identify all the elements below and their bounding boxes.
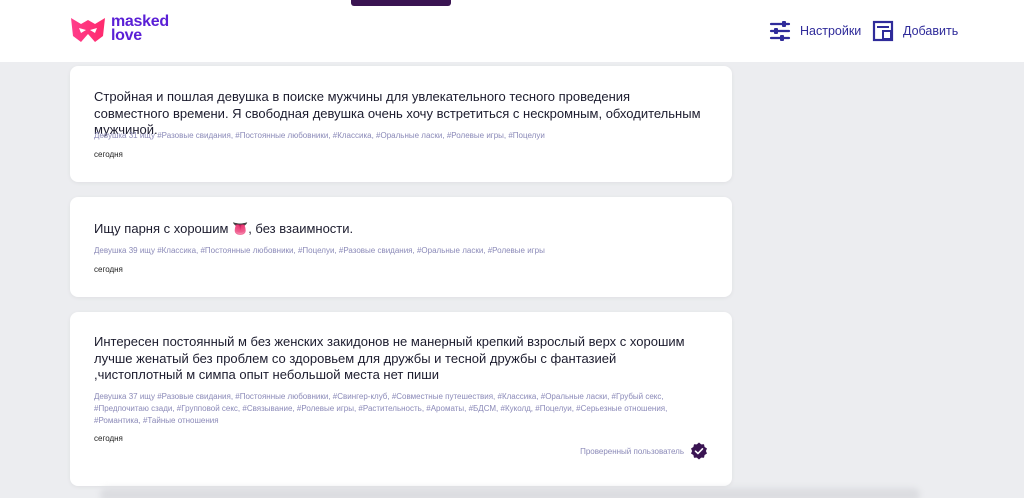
listing-date: сегодня	[94, 434, 123, 443]
add-listing-button[interactable]: Добавить	[872, 20, 958, 42]
brand-logo[interactable]: masked love	[69, 14, 169, 44]
listing-title: Интересен постоянный м без женских закид…	[94, 334, 685, 382]
listing-date: сегодня	[94, 265, 123, 274]
listing-tags: Девушка 31 ищу #Разовые свидания, #Посто…	[94, 131, 545, 140]
masked-love-logo-icon	[71, 18, 105, 42]
settings-label: Настройки	[800, 24, 862, 38]
verified-badge-icon	[691, 442, 707, 460]
listing-card[interactable]: Стройная и пошлая девушка в поиске мужчи…	[70, 66, 732, 182]
next-card-edge	[100, 488, 920, 498]
listing-card[interactable]: Интересен постоянный м без женских закид…	[70, 312, 732, 486]
verified-user: Проверенный пользователь	[580, 442, 708, 460]
listing-date: сегодня	[94, 150, 123, 159]
listings-feed: Стройная и пошлая девушка в поиске мужчи…	[70, 66, 732, 486]
settings-button[interactable]: Настройки	[769, 20, 861, 42]
sliders-icon	[769, 21, 791, 41]
top-header: masked love Настройки Добавить	[0, 0, 1024, 62]
add-listing-label: Добавить	[903, 24, 959, 38]
verified-label: Проверенный пользователь	[580, 446, 684, 456]
brand-line-2: love	[111, 27, 142, 44]
brand-wordmark: masked love	[111, 14, 169, 44]
listing-tags: Девушка 37 ищу #Разовые свидания, #Посто…	[94, 392, 668, 425]
listing-title: Ищу парня с хорошим 👅, без взаимности.	[94, 221, 354, 236]
top-accent-bar	[351, 0, 451, 6]
add-listing-icon	[872, 20, 894, 42]
listing-card[interactable]: Ищу парня с хорошим 👅, без взаимности. Д…	[70, 197, 732, 297]
listing-tags: Девушка 39 ищу #Классика, #Постоянные лю…	[94, 246, 545, 255]
